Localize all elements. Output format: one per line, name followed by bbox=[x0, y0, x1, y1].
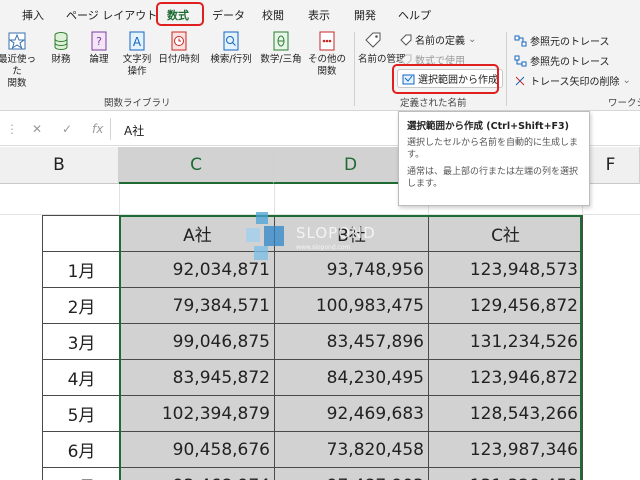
theta-icon bbox=[273, 31, 289, 51]
group-separator bbox=[354, 32, 355, 106]
lookup-reference-button[interactable]: 検索/行列 bbox=[210, 30, 252, 94]
value-cell[interactable]: 99,046,875 bbox=[120, 323, 275, 360]
star-icon bbox=[8, 32, 26, 50]
trace-dependents-button[interactable]: 参照先のトレース bbox=[514, 53, 610, 68]
database-icon bbox=[54, 32, 68, 51]
text-a-icon: A bbox=[129, 31, 145, 51]
ribbon: 最近使った 関数 財務 ? 論理 A 文字列 操作 日付/時刻 検索/行列 数学… bbox=[0, 28, 640, 111]
month-cell[interactable]: 2月 bbox=[42, 287, 121, 324]
value-cell[interactable]: 123,987,346 bbox=[428, 431, 583, 468]
remove-arrows-icon bbox=[515, 76, 525, 85]
more-options-icon[interactable]: ⋮ bbox=[6, 122, 18, 136]
group-label-defined-names: 定義された名前 bbox=[400, 98, 467, 109]
cancel-icon[interactable]: ✕ bbox=[32, 122, 42, 136]
value-cell[interactable]: 90,458,676 bbox=[120, 431, 275, 468]
svg-text:?: ? bbox=[96, 35, 102, 48]
month-cell[interactable]: 7月 bbox=[42, 467, 121, 480]
table-row: 7月 93,468,974 97,487,903 131,329,458 bbox=[42, 467, 583, 480]
question-book-icon: ? bbox=[91, 31, 107, 51]
month-cell[interactable]: 6月 bbox=[42, 431, 121, 468]
value-cell[interactable]: 123,948,573 bbox=[428, 251, 583, 288]
formula-input[interactable]: A社 bbox=[124, 122, 144, 139]
trace-dependents-icon bbox=[514, 55, 527, 66]
tooltip-text: 通常は、最上部の行または左端の列を選択します。 bbox=[407, 167, 579, 189]
value-cell[interactable]: 131,329,458 bbox=[428, 467, 583, 480]
tab-insert[interactable]: 挿入 bbox=[22, 7, 44, 23]
create-from-selection-tooltip: 選択範囲から作成 (Ctrl+Shift+F3) 選択したセルから名前を自動的に… bbox=[398, 111, 590, 206]
tab-developer[interactable]: 開発 bbox=[354, 7, 376, 23]
name-manager-button[interactable]: 名前の管理 bbox=[358, 30, 406, 94]
month-cell[interactable]: 4月 bbox=[42, 359, 121, 396]
tab-review[interactable]: 校閲 bbox=[262, 7, 284, 23]
group-label-function-library: 関数ライブラリ bbox=[104, 98, 171, 109]
more-functions-button[interactable]: その他の 関数 bbox=[306, 30, 348, 94]
table-corner-cell[interactable] bbox=[42, 215, 121, 252]
table-row: 2月 79,384,571 100,983,475 129,456,872 bbox=[42, 287, 583, 324]
more-functions-icon bbox=[319, 31, 335, 51]
tooltip-title: 選択範囲から作成 (Ctrl+Shift+F3) bbox=[407, 121, 570, 132]
value-cell[interactable]: 79,384,571 bbox=[120, 287, 275, 324]
value-cell[interactable]: 97,487,903 bbox=[274, 467, 429, 480]
group-separator bbox=[506, 32, 507, 106]
value-cell[interactable]: 73,820,458 bbox=[274, 431, 429, 468]
value-cell[interactable]: 123,946,872 bbox=[428, 359, 583, 396]
value-cell[interactable]: 84,230,495 bbox=[274, 359, 429, 396]
tooltip-text: 選択したセルから名前を自動的に生成します。 bbox=[407, 138, 579, 160]
define-name-button[interactable]: 名前の定義 ⌄ bbox=[400, 32, 476, 47]
column-header-b[interactable]: B bbox=[0, 147, 119, 184]
tab-help[interactable]: ヘルプ bbox=[398, 7, 431, 23]
name-tag-icon bbox=[365, 32, 381, 48]
table-row: 3月 99,046,875 83,457,896 131,234,526 bbox=[42, 323, 583, 360]
dropdown-caret-icon: ⌄ bbox=[468, 34, 477, 45]
formula-bar-divider bbox=[110, 118, 111, 140]
value-cell[interactable]: 93,468,974 bbox=[120, 467, 275, 480]
month-cell[interactable]: 3月 bbox=[42, 323, 121, 360]
highlight-box-formulas-tab bbox=[156, 2, 204, 26]
tab-page-layout[interactable]: ページ レイアウト bbox=[66, 7, 157, 23]
month-cell[interactable]: 5月 bbox=[42, 395, 121, 432]
watermark-logo-icon bbox=[246, 212, 284, 260]
enter-icon[interactable]: ✓ bbox=[62, 122, 72, 136]
tag-icon bbox=[400, 34, 412, 46]
insert-function-icon[interactable]: fx bbox=[92, 122, 103, 136]
value-cell[interactable]: 128,543,266 bbox=[428, 395, 583, 432]
date-time-button[interactable]: 日付/時刻 bbox=[158, 30, 200, 94]
value-cell[interactable]: 83,457,896 bbox=[274, 323, 429, 360]
dropdown-caret-icon: ⌄ bbox=[622, 75, 631, 86]
value-cell[interactable]: 102,394,879 bbox=[120, 395, 275, 432]
svg-text:A: A bbox=[133, 35, 142, 49]
column-header-c[interactable]: C bbox=[119, 147, 274, 184]
financial-button[interactable]: 財務 bbox=[40, 30, 82, 94]
group-label-formula-auditing: ワークシ bbox=[608, 98, 640, 109]
remove-arrows-button[interactable]: トレース矢印の削除 ⌄ bbox=[514, 73, 631, 88]
watermark-brand: SLOPOND bbox=[296, 224, 376, 242]
text-button[interactable]: A 文字列 操作 bbox=[116, 30, 158, 94]
ribbon-tab-bar: 挿入 ページ レイアウト 数式 データ 校閲 表示 開発 ヘルプ bbox=[0, 0, 640, 28]
trace-precedents-icon bbox=[514, 35, 527, 46]
watermark: SLOPOND www.slopond.com bbox=[246, 212, 386, 262]
value-cell[interactable]: 129,456,872 bbox=[428, 287, 583, 324]
month-cell[interactable]: 1月 bbox=[42, 251, 121, 288]
tab-view[interactable]: 表示 bbox=[308, 7, 330, 23]
math-trig-button[interactable]: 数学/三角 bbox=[260, 30, 302, 94]
value-cell[interactable]: 100,983,475 bbox=[274, 287, 429, 324]
table-row: 5月 102,394,879 92,469,683 128,543,266 bbox=[42, 395, 583, 432]
column-header-f[interactable]: F bbox=[582, 147, 640, 184]
highlight-box-create-from-selection bbox=[392, 64, 499, 94]
tab-data[interactable]: データ bbox=[212, 7, 245, 23]
search-book-icon bbox=[223, 31, 239, 51]
watermark-site: www.slopond.com bbox=[296, 244, 351, 251]
value-cell[interactable]: 92,469,683 bbox=[274, 395, 429, 432]
value-cell[interactable]: 83,945,872 bbox=[120, 359, 275, 396]
table-row: 4月 83,945,872 84,230,495 123,946,872 bbox=[42, 359, 583, 396]
recently-used-button[interactable]: 最近使った 関数 bbox=[0, 30, 38, 94]
table-row: 6月 90,458,676 73,820,458 123,987,346 bbox=[42, 431, 583, 468]
trace-precedents-button[interactable]: 参照元のトレース bbox=[514, 33, 610, 48]
clock-icon bbox=[171, 31, 187, 51]
logical-button[interactable]: ? 論理 bbox=[78, 30, 120, 94]
table-header-cell[interactable]: C社 bbox=[428, 215, 583, 252]
value-cell[interactable]: 131,234,526 bbox=[428, 323, 583, 360]
